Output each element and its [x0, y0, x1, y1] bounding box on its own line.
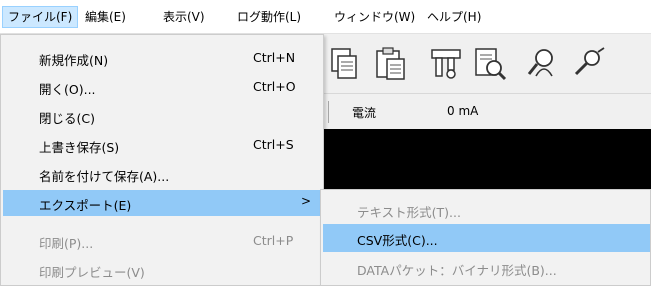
current-value: 0 mA	[447, 104, 479, 118]
user-search-icon[interactable]	[522, 44, 562, 84]
menu-item-label: 開く(O)...	[39, 82, 96, 97]
menu-item-label: 名前を付けて保存(A)...	[39, 169, 170, 184]
menu-window[interactable]: ウィンドウ(W)	[329, 6, 420, 28]
menu-item-label: 印刷(P)...	[39, 236, 94, 251]
menu-item-label: エクスポート(E)	[39, 198, 132, 213]
menu-item-label: 新規作成(N)	[39, 53, 109, 68]
pin-icon[interactable]	[568, 44, 608, 84]
menu-item-save[interactable]: 上書き保存(S) Ctrl+S	[3, 132, 321, 158]
menu-edit[interactable]: 編集(E)	[80, 6, 131, 28]
file-menu-dropdown: 新規作成(N) Ctrl+N 開く(O)... Ctrl+O 閉じる(C) 上書…	[0, 34, 324, 286]
menu-item-new[interactable]: 新規作成(N) Ctrl+N	[3, 45, 321, 71]
export-submenu: テキスト形式(T)... CSV形式(C)... DATAパケット：バイナリ形式…	[320, 189, 651, 286]
menu-item-shortcut: Ctrl+O	[253, 79, 296, 94]
submenu-item-label: DATAパケット：バイナリ形式(B)...	[357, 263, 557, 278]
menu-item-label: 印刷プレビュー(V)	[39, 265, 145, 280]
menu-bar: ファイル(F) 編集(E) 表示(V) ログ動作(L) ウィンドウ(W) ヘルプ…	[0, 0, 651, 34]
submenu-item-label: テキスト形式(T)...	[357, 205, 461, 220]
document-search-icon[interactable]	[470, 44, 510, 84]
menu-item-label: 閉じる(C)	[39, 111, 95, 126]
menu-item-close[interactable]: 閉じる(C)	[3, 103, 321, 129]
menu-log-operation[interactable]: ログ動作(L)	[232, 6, 306, 28]
menu-item-shortcut: Ctrl+N	[253, 50, 296, 65]
submenu-item-csv-format[interactable]: CSV形式(C)...	[323, 224, 650, 252]
menu-file[interactable]: ファイル(F)	[2, 6, 79, 28]
submenu-item-text-format[interactable]: テキスト形式(T)...	[323, 196, 650, 224]
menu-help[interactable]: ヘルプ(H)	[422, 6, 486, 28]
status-divider	[328, 101, 329, 123]
menu-item-shortcut: Ctrl+S	[253, 137, 294, 152]
menu-item-print[interactable]: 印刷(P)... Ctrl+P	[3, 228, 321, 254]
current-label: 電流	[352, 106, 377, 120]
menu-view[interactable]: 表示(V)	[158, 6, 210, 28]
menu-item-open[interactable]: 開く(O)... Ctrl+O	[3, 74, 321, 100]
menu-item-shortcut: Ctrl+P	[253, 233, 294, 248]
menu-item-save-as[interactable]: 名前を付けて保存(A)...	[3, 161, 321, 187]
chevron-right-icon: >	[301, 194, 312, 208]
settings-tool-icon[interactable]	[426, 44, 466, 84]
submenu-item-binary-format[interactable]: DATAパケット：バイナリ形式(B)...	[323, 254, 650, 282]
paste-icon[interactable]	[371, 44, 411, 84]
menu-item-label: 上書き保存(S)	[39, 140, 120, 155]
submenu-item-label: CSV形式(C)...	[357, 233, 438, 248]
copy-icon[interactable]	[324, 44, 364, 84]
menu-item-export[interactable]: エクスポート(E) >	[3, 190, 321, 216]
menu-item-print-preview[interactable]: 印刷プレビュー(V)	[3, 257, 321, 283]
